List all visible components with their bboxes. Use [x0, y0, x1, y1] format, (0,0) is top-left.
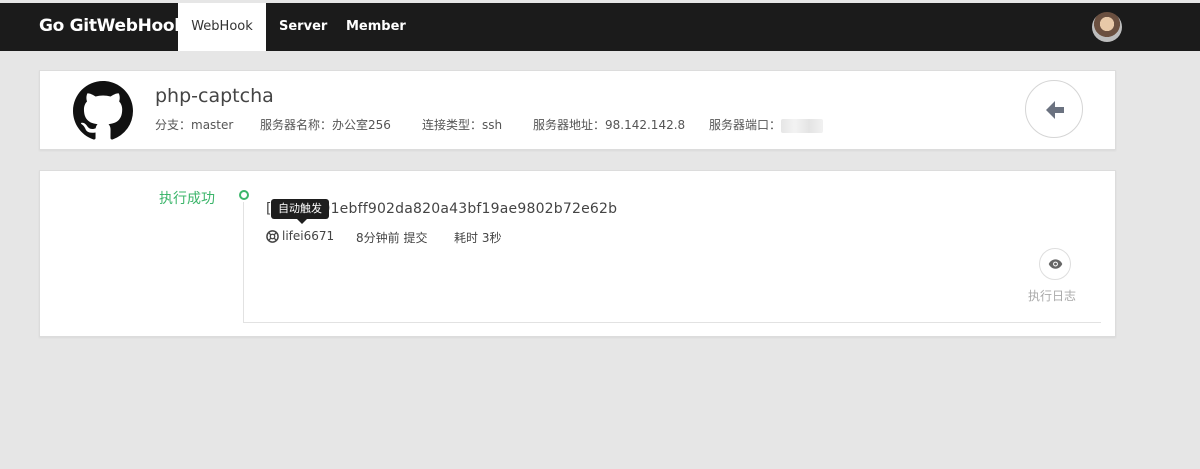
- commit-time: 8分钟前 提交: [356, 231, 428, 245]
- eye-icon: [1048, 259, 1063, 269]
- server-port-redacted: [781, 118, 824, 133]
- timeline-dot: [239, 190, 249, 200]
- tab-member[interactable]: Member: [346, 3, 406, 51]
- top-navbar: Go GitWebHook WebHook Server Member: [0, 0, 1200, 51]
- connection-type-info: 连接类型：ssh: [422, 118, 503, 132]
- user-icon: [266, 230, 279, 243]
- tab-webhook[interactable]: WebHook: [178, 3, 266, 51]
- server-port-label: 服务器端口：: [709, 118, 782, 132]
- brand-logo[interactable]: Go GitWebHook: [39, 16, 186, 36]
- execution-log-card: 执行成功 [91ebff902da820a43bf19ae9802b72e62b…: [39, 170, 1116, 337]
- arrow-left-icon: [1046, 101, 1064, 119]
- timeline-divider: [243, 322, 1101, 323]
- user-avatar[interactable]: [1092, 12, 1122, 42]
- branch-info: 分支：master: [155, 118, 234, 132]
- project-name: php-captcha: [155, 85, 274, 107]
- view-log-button[interactable]: [1039, 248, 1071, 280]
- server-address-info: 服务器地址：98.142.142.8: [533, 118, 686, 132]
- server-port-info: 服务器端口：: [709, 116, 824, 133]
- project-header-card: php-captcha 分支：master 服务器名称：办公室256 连接类型：…: [39, 70, 1116, 150]
- view-log-label[interactable]: 执行日志: [1028, 287, 1076, 304]
- server-name-info: 服务器名称：办公室256: [260, 118, 391, 132]
- commit-hash[interactable]: 91ebff902da820a43bf19ae9802b72e62b: [321, 201, 617, 217]
- commit-author[interactable]: lifei6671: [282, 229, 334, 243]
- back-button[interactable]: [1025, 80, 1083, 138]
- github-icon: [73, 81, 133, 141]
- execution-duration: 耗时 3秒: [454, 231, 502, 245]
- trigger-tooltip: 自动触发: [271, 199, 329, 224]
- timeline-line: [243, 202, 244, 323]
- tab-server[interactable]: Server: [279, 3, 327, 51]
- execution-status: 执行成功: [159, 191, 215, 207]
